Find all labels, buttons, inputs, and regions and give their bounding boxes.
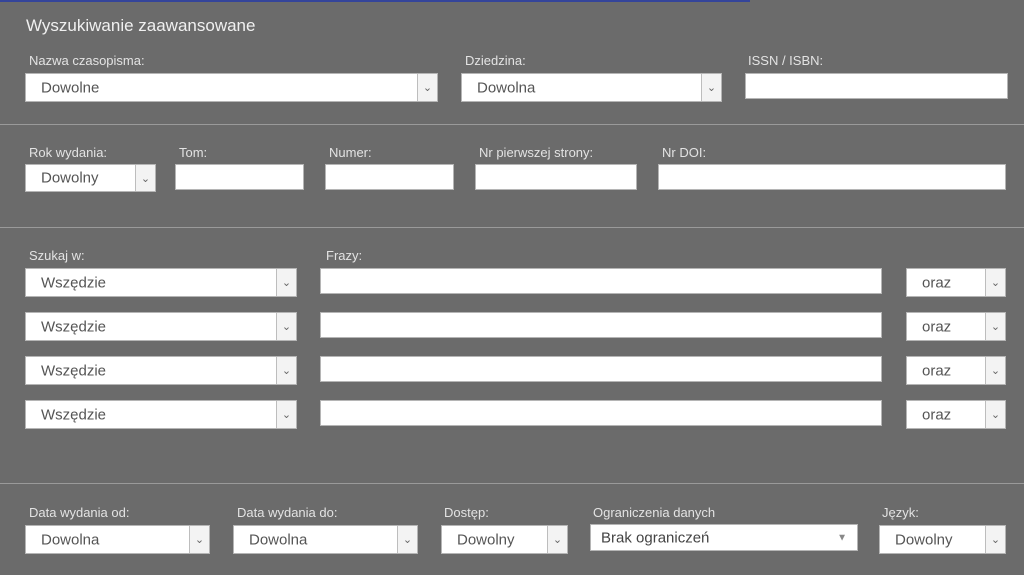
journal-select[interactable]: Dowolne ⌄ — [25, 73, 438, 102]
chevron-down-icon[interactable]: ⌄ — [276, 401, 296, 428]
phrase-input-3[interactable] — [320, 356, 882, 382]
date-to-select[interactable]: Dowolna ⌄ — [233, 525, 418, 554]
scope-value: Wszędzie — [41, 406, 107, 423]
phrase-input-4[interactable] — [320, 400, 882, 426]
date-to-label: Data wydania do: — [237, 505, 338, 520]
chevron-down-icon[interactable]: ⌄ — [985, 401, 1005, 428]
data-limits-select[interactable]: Brak ograniczeń ▼ — [590, 524, 858, 551]
volume-input[interactable] — [175, 164, 304, 190]
chevron-down-icon[interactable]: ⌄ — [135, 165, 155, 191]
doi-input[interactable] — [658, 164, 1006, 190]
chevron-down-icon[interactable]: ⌄ — [985, 357, 1005, 384]
chevron-down-icon[interactable]: ⌄ — [276, 269, 296, 296]
search-scope-select-4[interactable]: Wszędzie ⌄ — [25, 400, 297, 429]
data-limits-label: Ograniczenia danych — [593, 505, 716, 520]
doi-label: Nr DOI: — [662, 145, 707, 160]
section-divider — [0, 483, 1024, 484]
search-scope-select-1[interactable]: Wszędzie ⌄ — [25, 268, 297, 297]
chevron-down-icon[interactable]: ⌄ — [276, 357, 296, 384]
journal-label: Nazwa czasopisma: — [29, 53, 145, 68]
top-accent-line — [0, 0, 750, 2]
search-scope-select-3[interactable]: Wszędzie ⌄ — [25, 356, 297, 385]
chevron-down-icon[interactable]: ⌄ — [276, 313, 296, 340]
operator-select-2[interactable]: oraz ⌄ — [906, 312, 1006, 341]
chevron-down-icon[interactable]: ⌄ — [547, 526, 567, 553]
chevron-down-icon[interactable]: ⌄ — [417, 74, 437, 101]
year-select[interactable]: Dowolny ⌄ — [25, 164, 156, 192]
chevron-down-icon[interactable]: ⌄ — [985, 313, 1005, 340]
year-select-value: Dowolny — [41, 169, 99, 187]
chevron-down-icon[interactable]: ⌄ — [985, 526, 1005, 553]
access-value: Dowolny — [457, 531, 515, 548]
number-input[interactable] — [325, 164, 454, 190]
chevron-down-icon[interactable]: ⌄ — [985, 269, 1005, 296]
operator-value: oraz — [922, 318, 952, 335]
language-label: Język: — [882, 505, 919, 520]
field-select[interactable]: Dowolna ⌄ — [461, 73, 722, 102]
field-select-value: Dowolna — [477, 79, 536, 96]
operator-select-4[interactable]: oraz ⌄ — [906, 400, 1006, 429]
date-from-label: Data wydania od: — [29, 505, 130, 520]
date-to-value: Dowolna — [249, 531, 308, 548]
data-limits-value: Brak ograniczeń — [601, 529, 710, 546]
search-scope-select-2[interactable]: Wszędzie ⌄ — [25, 312, 297, 341]
operator-value: oraz — [922, 406, 952, 423]
first-page-label: Nr pierwszej strony: — [479, 145, 594, 160]
operator-select-3[interactable]: oraz ⌄ — [906, 356, 1006, 385]
phrases-label: Frazy: — [326, 248, 363, 263]
chevron-down-icon[interactable]: ⌄ — [397, 526, 417, 553]
first-page-input[interactable] — [475, 164, 637, 190]
chevron-down-icon[interactable]: ⌄ — [189, 526, 209, 553]
field-label: Dziedzina: — [465, 53, 526, 68]
scope-value: Wszędzie — [41, 318, 107, 335]
language-value: Dowolny — [895, 531, 953, 548]
issn-label: ISSN / ISBN: — [748, 53, 824, 68]
triangle-down-icon[interactable]: ▼ — [837, 532, 847, 543]
scope-value: Wszędzie — [41, 362, 107, 379]
page-title: Wyszukiwanie zaawansowane — [26, 16, 256, 35]
language-select[interactable]: Dowolny ⌄ — [879, 525, 1006, 554]
issn-input[interactable] — [745, 73, 1008, 99]
journal-select-value: Dowolne — [41, 79, 100, 96]
scope-value: Wszędzie — [41, 274, 107, 291]
number-label: Numer: — [329, 145, 372, 160]
year-label: Rok wydania: — [29, 145, 108, 160]
date-from-value: Dowolna — [41, 531, 100, 548]
chevron-down-icon[interactable]: ⌄ — [701, 74, 721, 101]
operator-value: oraz — [922, 362, 952, 379]
volume-label: Tom: — [179, 145, 208, 160]
access-label: Dostęp: — [444, 505, 489, 520]
search-in-label: Szukaj w: — [29, 248, 85, 263]
access-select[interactable]: Dowolny ⌄ — [441, 525, 568, 554]
section-divider — [0, 124, 1024, 125]
section-divider — [0, 227, 1024, 228]
phrase-input-2[interactable] — [320, 312, 882, 338]
date-from-select[interactable]: Dowolna ⌄ — [25, 525, 210, 554]
phrase-input-1[interactable] — [320, 268, 882, 294]
operator-select-1[interactable]: oraz ⌄ — [906, 268, 1006, 297]
operator-value: oraz — [922, 274, 952, 291]
